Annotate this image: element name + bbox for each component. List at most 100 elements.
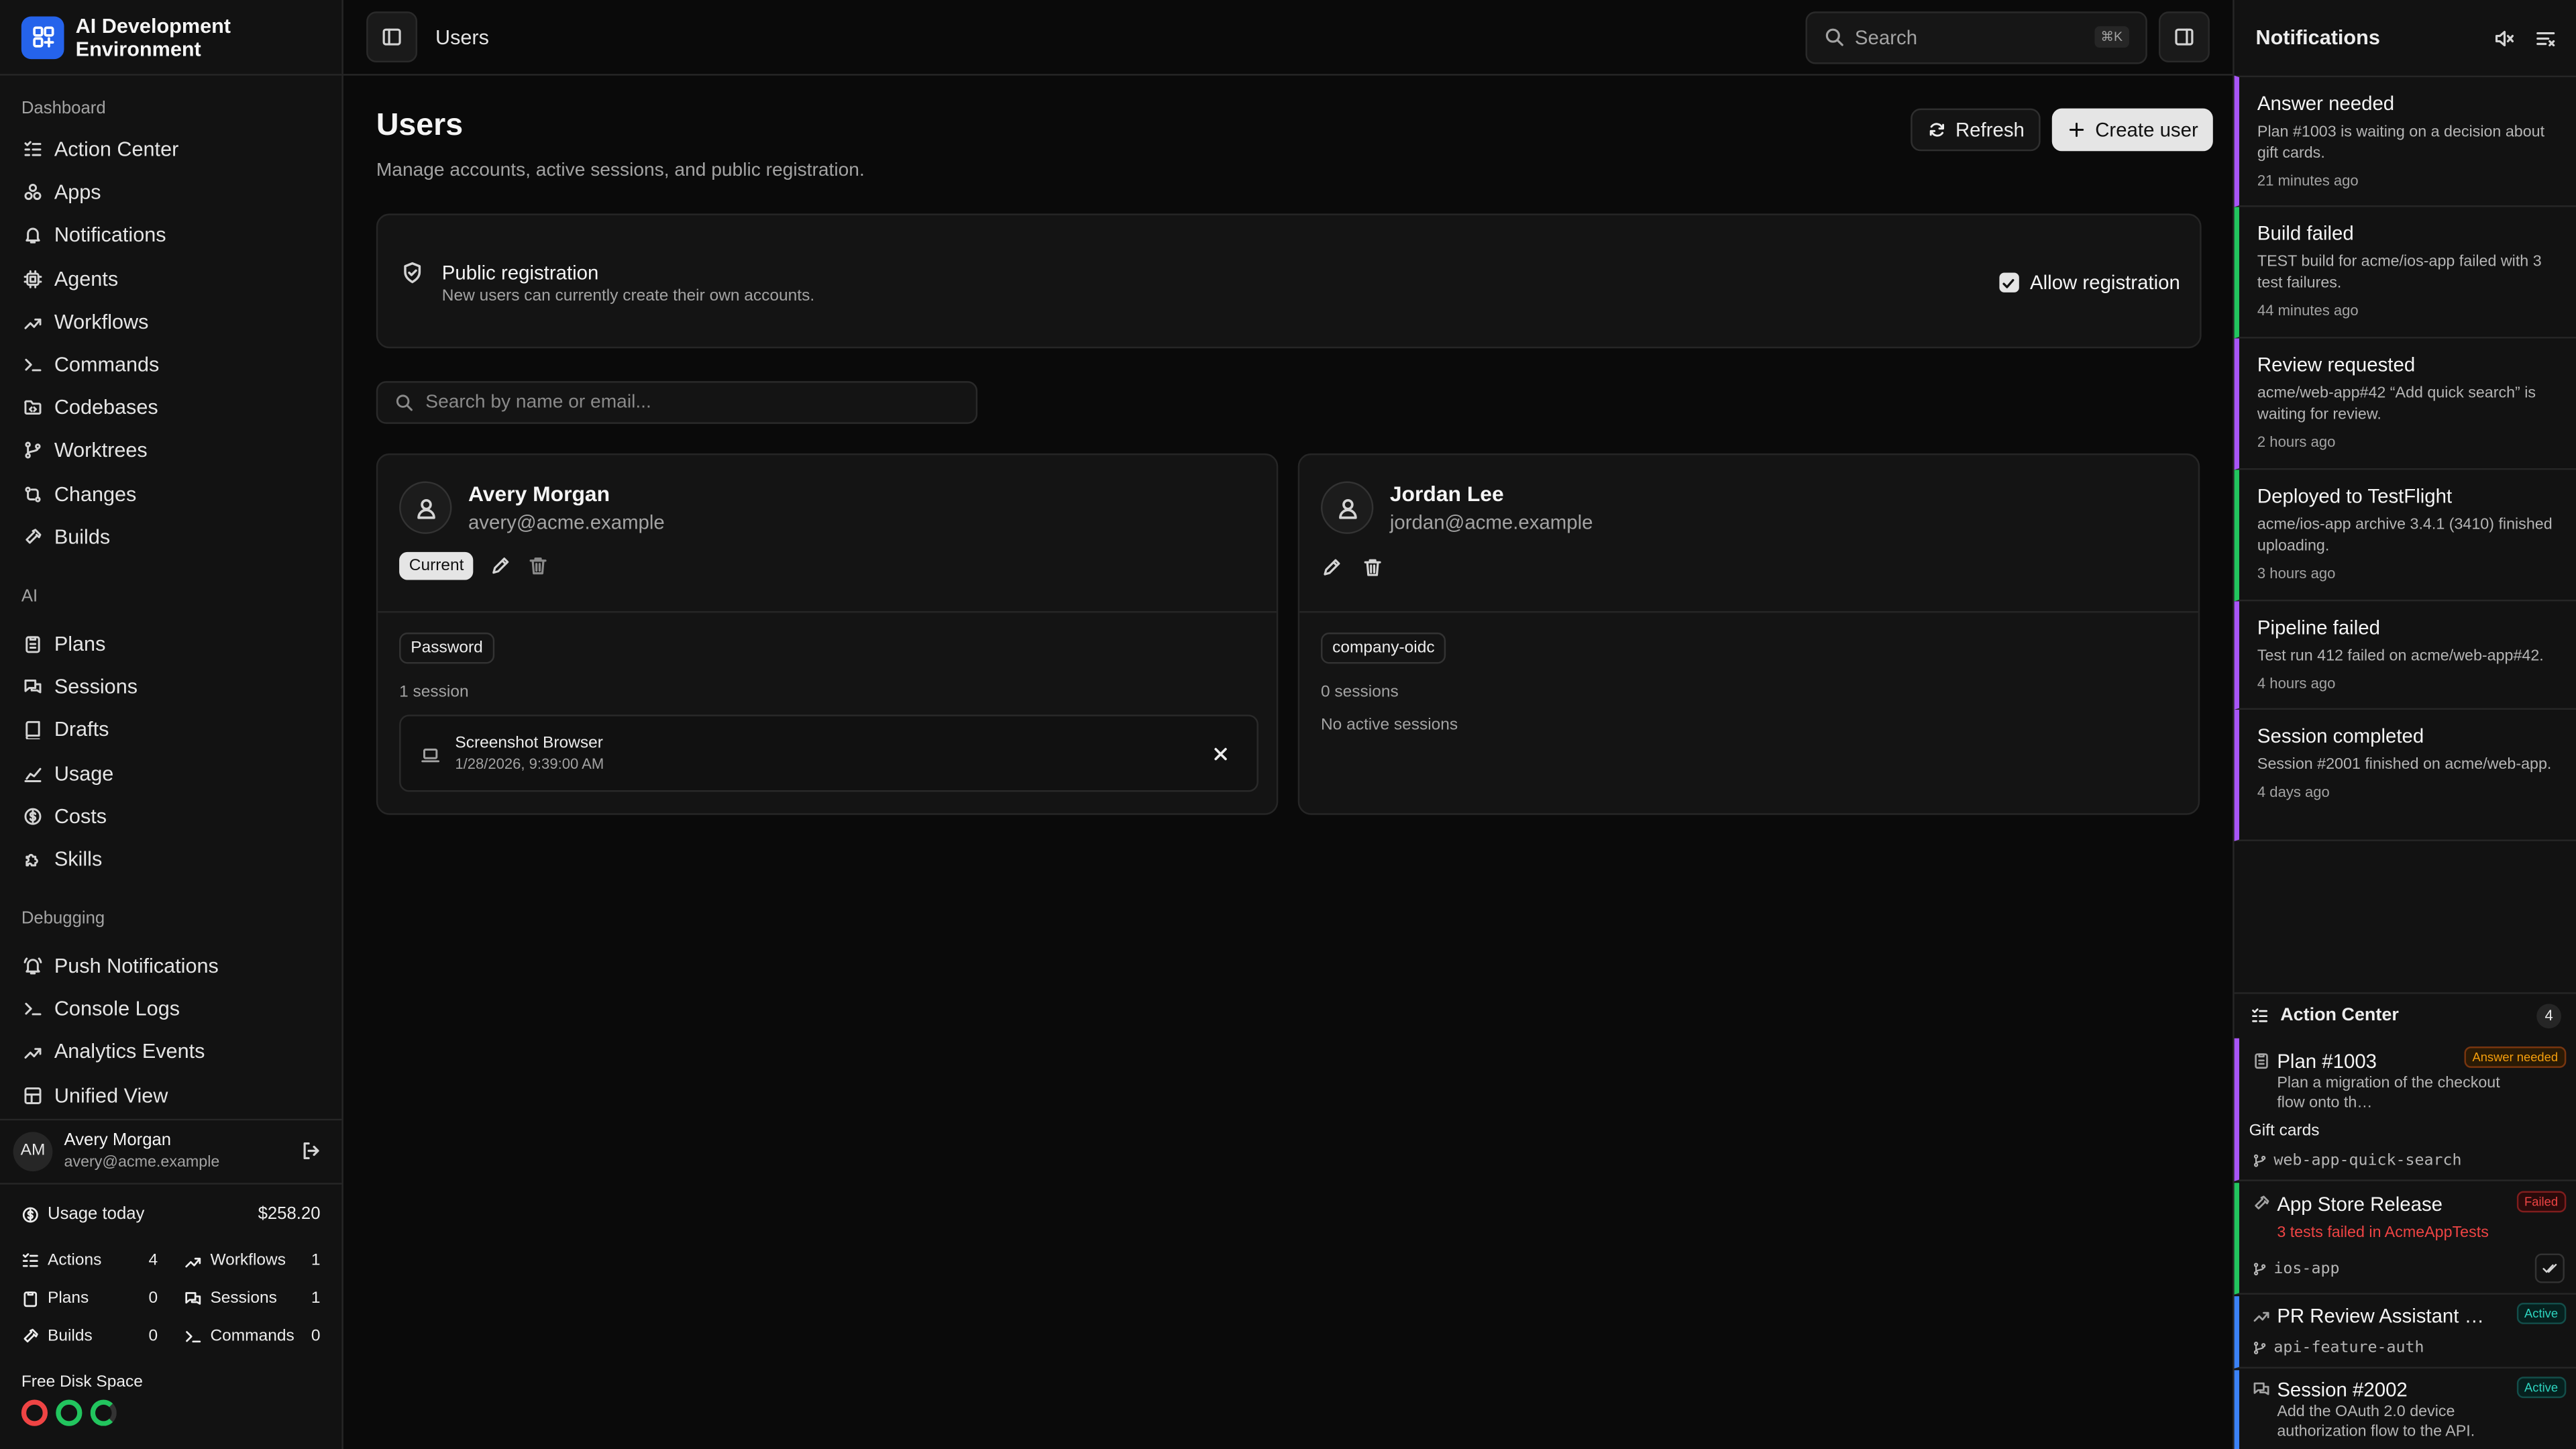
user-search-input[interactable]: Search by name or email... bbox=[376, 381, 978, 424]
notification-item[interactable]: Build failed TEST build for acme/ios-app… bbox=[2234, 207, 2576, 339]
notification-time: 4 days ago bbox=[2257, 784, 2330, 800]
action-item[interactable]: App Store Release Failed 3 tests failed … bbox=[2234, 1183, 2576, 1295]
git-branch-icon bbox=[2253, 1263, 2266, 1276]
trash-icon[interactable] bbox=[1362, 557, 1383, 578]
search-icon bbox=[396, 394, 413, 411]
nav-item-plans[interactable]: Plans bbox=[0, 623, 341, 665]
list-check-icon bbox=[22, 1252, 38, 1267]
nav-item-apps[interactable]: Apps bbox=[0, 171, 341, 214]
nav-item-costs[interactable]: Costs bbox=[0, 794, 341, 837]
nav-item-worktrees[interactable]: Worktrees bbox=[0, 429, 341, 472]
avatar: AM bbox=[13, 1131, 53, 1171]
dollar-icon bbox=[24, 807, 42, 824]
user-icon bbox=[1338, 498, 1356, 519]
action-extra: Gift cards bbox=[2249, 1122, 2320, 1140]
notification-item[interactable]: Pipeline failed Test run 412 failed on a… bbox=[2234, 601, 2576, 710]
topbar: Users Search ⌘K bbox=[343, 0, 2233, 76]
nav-item-notifications[interactable]: Notifications bbox=[0, 214, 341, 257]
nav-item-drafts[interactable]: Drafts bbox=[0, 708, 341, 751]
nav-item-unified-view[interactable]: Unified View bbox=[0, 1074, 341, 1117]
create-user-button[interactable]: Create user bbox=[2052, 108, 2213, 152]
close-icon[interactable] bbox=[1211, 744, 1230, 763]
action-item[interactable]: PR Review Assistant #4… Active api-featu… bbox=[2234, 1296, 2576, 1369]
list-check-icon bbox=[24, 141, 42, 156]
registration-card: Public registration New users can curren… bbox=[376, 213, 2202, 349]
disk-space: Free Disk Space bbox=[21, 1373, 143, 1426]
session-item: Screenshot Browser 1/28/2026, 9:39:00 AM bbox=[399, 714, 1258, 792]
puzzle-icon bbox=[25, 853, 38, 867]
search-shortcut: ⌘K bbox=[2094, 26, 2129, 48]
registration-description: New users can currently create their own… bbox=[441, 287, 815, 306]
nav-item-commands[interactable]: Commands bbox=[0, 343, 341, 386]
action-item[interactable]: Plan #1003 Answer needed Plan a migratio… bbox=[2234, 1038, 2576, 1181]
refresh-button[interactable]: Refresh bbox=[1911, 108, 2041, 152]
allow-registration-checkbox[interactable]: Allow registration bbox=[1998, 271, 2180, 294]
nav-label: Sessions bbox=[54, 675, 138, 699]
nav-item-usage[interactable]: Usage bbox=[0, 751, 341, 794]
nav-label: Console Logs bbox=[54, 998, 180, 1021]
notification-item[interactable]: Session completed Session #2001 finished… bbox=[2234, 709, 2576, 841]
clipboard-icon bbox=[25, 636, 40, 653]
list-check-icon bbox=[2252, 1008, 2268, 1022]
nav-item-changes[interactable]: Changes bbox=[0, 472, 341, 515]
nav-item-codebases[interactable]: Codebases bbox=[0, 386, 341, 429]
pencil-icon[interactable] bbox=[1321, 557, 1342, 578]
notification-item[interactable]: Answer needed Plan #1003 is waiting on a… bbox=[2234, 75, 2576, 207]
trash-icon[interactable] bbox=[528, 555, 549, 577]
dollar-icon bbox=[22, 1206, 38, 1222]
nav-item-sessions[interactable]: Sessions bbox=[0, 665, 341, 708]
clear-all-icon[interactable] bbox=[2535, 27, 2557, 48]
checkbox-checked[interactable] bbox=[1998, 272, 2019, 292]
nav-label: Agents bbox=[54, 267, 119, 290]
user-card: Jordan Lee jordan@acme.example company-o… bbox=[1297, 453, 2200, 815]
status-badge: Active bbox=[2516, 1303, 2567, 1324]
nav-item-analytics-events[interactable]: Analytics Events bbox=[0, 1030, 341, 1073]
nav-label: Builds bbox=[54, 525, 111, 549]
nav-item-skills[interactable]: Skills bbox=[0, 838, 341, 881]
notification-item[interactable]: Review requested acme/web-app#42 “Add qu… bbox=[2234, 338, 2576, 470]
logout-icon[interactable] bbox=[301, 1140, 322, 1162]
disk-ring bbox=[21, 1399, 48, 1426]
pencil-icon[interactable] bbox=[490, 555, 512, 577]
status-badge: Failed bbox=[2516, 1191, 2567, 1213]
hammer-icon bbox=[23, 1328, 38, 1342]
session-count: 1 session bbox=[399, 683, 469, 702]
notification-item[interactable]: Deployed to TestFlight acme/ios-app arch… bbox=[2234, 470, 2576, 602]
git-branch-icon bbox=[2253, 1342, 2266, 1354]
nav-item-console-logs[interactable]: Console Logs bbox=[0, 987, 341, 1030]
nav-item-workflows[interactable]: Workflows bbox=[0, 301, 341, 343]
action-desc: 3 tests failed in AcmeAppTests bbox=[2277, 1224, 2489, 1242]
branch-name: web-app-quick-search bbox=[2273, 1151, 2462, 1170]
mute-icon[interactable] bbox=[2494, 27, 2516, 48]
action-center-count: 4 bbox=[2536, 1003, 2561, 1028]
toggle-sidebar-button[interactable] bbox=[366, 11, 418, 63]
nav-item-action-center[interactable]: Action Center bbox=[0, 128, 341, 171]
nav-label: Worktrees bbox=[54, 439, 148, 463]
nav-item-push-notifications[interactable]: Push Notifications bbox=[0, 945, 341, 987]
bell-icon bbox=[25, 228, 40, 244]
stat-value: 1 bbox=[311, 1250, 321, 1269]
stat-label: Builds bbox=[48, 1326, 93, 1345]
action-center-header[interactable]: Action Center 4 bbox=[2234, 992, 2576, 1036]
layout-icon bbox=[24, 1087, 42, 1104]
user-icon bbox=[416, 498, 435, 519]
nav-label: Apps bbox=[54, 181, 101, 205]
terminal-icon bbox=[186, 1330, 201, 1342]
brand[interactable]: AI Development Environment bbox=[0, 0, 342, 76]
nav-item-builds[interactable]: Builds bbox=[0, 515, 341, 558]
toggle-notifications-button[interactable] bbox=[2158, 11, 2210, 63]
stat-value: 4 bbox=[148, 1250, 158, 1269]
action-branch: web-app-quick-search bbox=[2253, 1152, 2462, 1170]
current-user-badge: Current bbox=[399, 551, 474, 580]
nav-label: Analytics Events bbox=[54, 1040, 205, 1064]
sidebar-user[interactable]: AM Avery Morgan avery@acme.example bbox=[0, 1118, 342, 1181]
nav-item-agents[interactable]: Agents bbox=[0, 257, 341, 300]
nav-label: Unified View bbox=[54, 1083, 168, 1107]
messages-icon bbox=[2253, 1382, 2269, 1395]
action-branch: api-feature-auth bbox=[2253, 1339, 2424, 1357]
global-search[interactable]: Search ⌘K bbox=[1805, 10, 2147, 64]
sidebar-toggle-icon bbox=[382, 28, 401, 46]
action-item[interactable]: Session #2002 Active Add the OAuth 2.0 d… bbox=[2234, 1370, 2576, 1449]
approve-button[interactable] bbox=[2534, 1253, 2565, 1283]
stat-label: Workflows bbox=[210, 1250, 286, 1269]
